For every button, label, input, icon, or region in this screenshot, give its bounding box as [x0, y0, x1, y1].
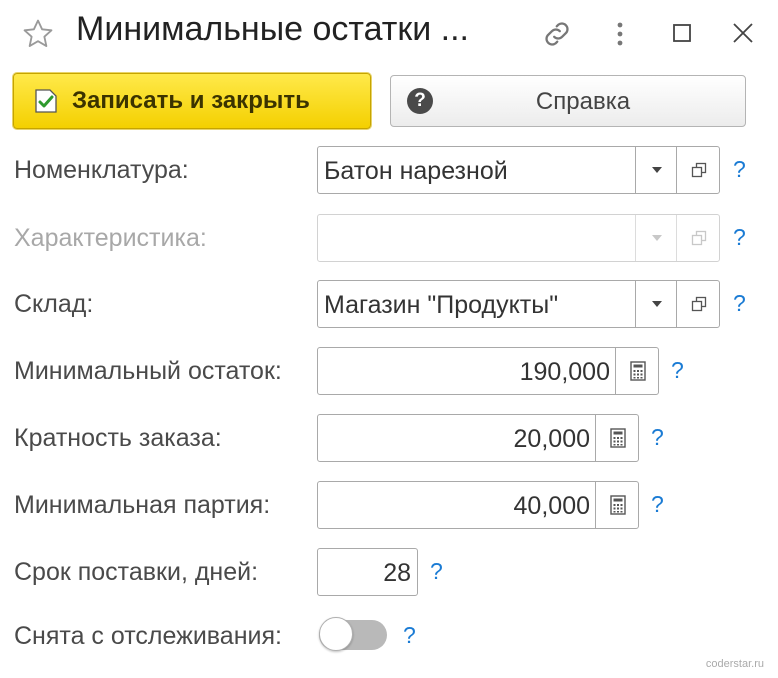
delivery-days-value: 28: [383, 559, 411, 587]
chevron-down-icon: [651, 235, 662, 241]
calculator-icon: [609, 495, 626, 515]
characteristic-label: Характеристика:: [14, 224, 207, 252]
watermark: coderstar.ru: [705, 658, 764, 670]
min-batch-help[interactable]: ?: [651, 491, 664, 518]
warehouse-field[interactable]: Магазин "Продукты": [317, 280, 720, 328]
calculator-icon: [629, 361, 646, 381]
dropdown-button[interactable]: [635, 147, 677, 193]
save-and-close-label: Записать и закрыть: [72, 87, 310, 114]
open-item-button: [676, 215, 720, 261]
star-icon[interactable]: [20, 16, 56, 52]
untracked-help[interactable]: ?: [403, 622, 416, 649]
min-stock-help[interactable]: ?: [671, 357, 684, 384]
min-batch-label: Минимальная партия:: [14, 491, 271, 519]
characteristic-field: [317, 214, 720, 262]
order-multiple-field[interactable]: 20,000: [317, 414, 639, 462]
open-form-icon: [691, 162, 706, 178]
open-form-icon: [691, 296, 706, 312]
warehouse-label: Склад:: [14, 290, 94, 318]
more-vertical-icon[interactable]: [608, 16, 632, 52]
delivery-days-help[interactable]: ?: [430, 558, 443, 585]
page-title: Минимальные остатки ...: [76, 10, 469, 48]
untracked-label: Снята с отслеживания:: [14, 622, 282, 650]
open-item-button[interactable]: [676, 147, 720, 193]
nomenclature-field[interactable]: Батон нарезной: [317, 146, 720, 194]
toggle-knob: [319, 617, 353, 651]
link-icon[interactable]: [538, 16, 576, 52]
warehouse-help[interactable]: ?: [733, 290, 746, 317]
dropdown-button[interactable]: [635, 281, 677, 327]
nomenclature-label: Номенклатура:: [14, 156, 189, 184]
min-batch-field[interactable]: 40,000: [317, 481, 639, 529]
calculator-button[interactable]: [595, 415, 639, 461]
calculator-icon: [609, 428, 626, 448]
calculator-button[interactable]: [595, 482, 639, 528]
min-stock-field[interactable]: 190,000: [317, 347, 659, 395]
dropdown-button: [635, 215, 677, 261]
delivery-days-label: Срок поставки, дней:: [14, 558, 259, 586]
help-button[interactable]: ? Справка: [390, 75, 746, 127]
save-and-close-button[interactable]: Записать и закрыть: [13, 73, 371, 129]
order-multiple-help[interactable]: ?: [651, 424, 664, 451]
min-stock-label: Минимальный остаток:: [14, 357, 282, 385]
untracked-toggle[interactable]: [319, 617, 387, 651]
nomenclature-help[interactable]: ?: [733, 156, 746, 183]
order-multiple-value: 20,000: [513, 425, 590, 453]
delivery-days-field[interactable]: 28: [317, 548, 418, 596]
order-multiple-label: Кратность заказа:: [14, 424, 222, 452]
close-icon[interactable]: [728, 18, 758, 48]
nomenclature-value: Батон нарезной: [324, 157, 508, 185]
open-item-button[interactable]: [676, 281, 720, 327]
calculator-button[interactable]: [615, 348, 659, 394]
characteristic-help[interactable]: ?: [733, 224, 746, 251]
warehouse-value: Магазин "Продукты": [324, 291, 559, 319]
maximize-icon[interactable]: [668, 18, 696, 48]
chevron-down-icon: [651, 167, 662, 173]
help-button-label: Справка: [535, 88, 631, 115]
chevron-down-icon: [651, 301, 662, 307]
min-batch-value: 40,000: [513, 492, 590, 520]
save-document-icon: [34, 88, 58, 114]
open-form-icon: [691, 230, 706, 246]
min-stock-value: 190,000: [519, 358, 610, 386]
